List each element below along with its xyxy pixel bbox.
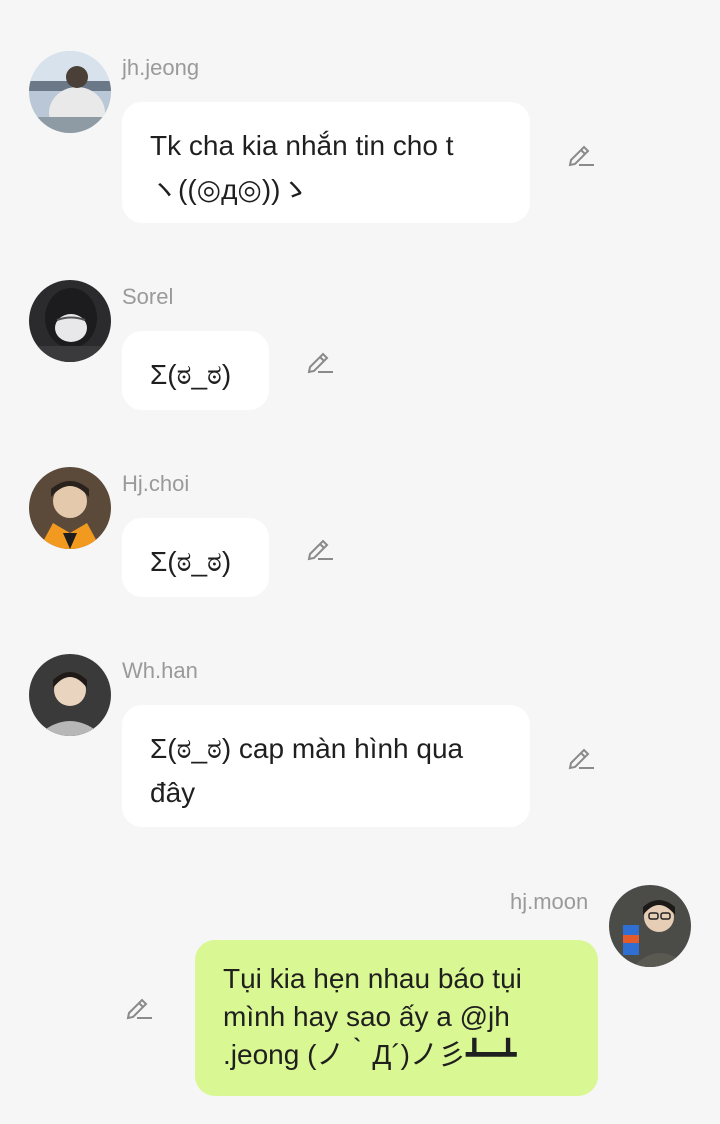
pencil-icon[interactable] xyxy=(566,741,596,771)
sender-name: jh.jeong xyxy=(122,55,200,80)
message-text-line: đây xyxy=(150,777,196,808)
message-bubble[interactable]: Tụi kia hẹn nhau báo tụi mình hay sao ấy… xyxy=(195,940,598,1096)
message-text-line: ヽ((◎д◎))ゝ xyxy=(150,174,309,205)
sender-name: Wh.han xyxy=(122,658,198,683)
message-bubble[interactable]: Tk cha kia nhắn tin cho t ヽ((◎д◎))ゝ xyxy=(122,102,530,223)
pencil-icon[interactable] xyxy=(566,138,596,168)
message-text-line: Σ(ಠ_ಠ) xyxy=(150,546,232,577)
avatar[interactable] xyxy=(29,280,111,362)
message-bubble[interactable]: Σ(ಠ_ಠ) cap màn hình qua đây xyxy=(122,705,530,827)
message-text-line: Σ(ಠ_ಠ) xyxy=(150,359,232,390)
pencil-icon[interactable] xyxy=(124,991,154,1021)
avatar[interactable] xyxy=(29,51,111,133)
message-text-line: .jeong (ノ｀Д´)ノ彡┻━┻ xyxy=(223,1039,517,1070)
pencil-icon[interactable] xyxy=(305,345,335,375)
sender-name: Sorel xyxy=(122,284,174,309)
avatar[interactable] xyxy=(29,654,111,736)
message-bubble[interactable]: Σ(ಠ_ಠ) xyxy=(122,331,269,410)
message-text-line: Tụi kia hẹn nhau báo tụi xyxy=(223,963,522,994)
message-text-line: mình hay sao ấy a @jh xyxy=(223,1001,510,1032)
message-bubble[interactable]: Σ(ಠ_ಠ) xyxy=(122,518,269,597)
sender-name: hj.moon xyxy=(510,889,589,914)
message-text-line: Tk cha kia nhắn tin cho t xyxy=(150,130,454,161)
message-text-line: Σ(ಠ_ಠ) cap màn hình qua xyxy=(150,733,464,764)
sender-name: Hj.choi xyxy=(122,471,190,496)
avatar[interactable] xyxy=(609,885,691,967)
avatar[interactable] xyxy=(29,467,111,549)
pencil-icon[interactable] xyxy=(305,532,335,562)
